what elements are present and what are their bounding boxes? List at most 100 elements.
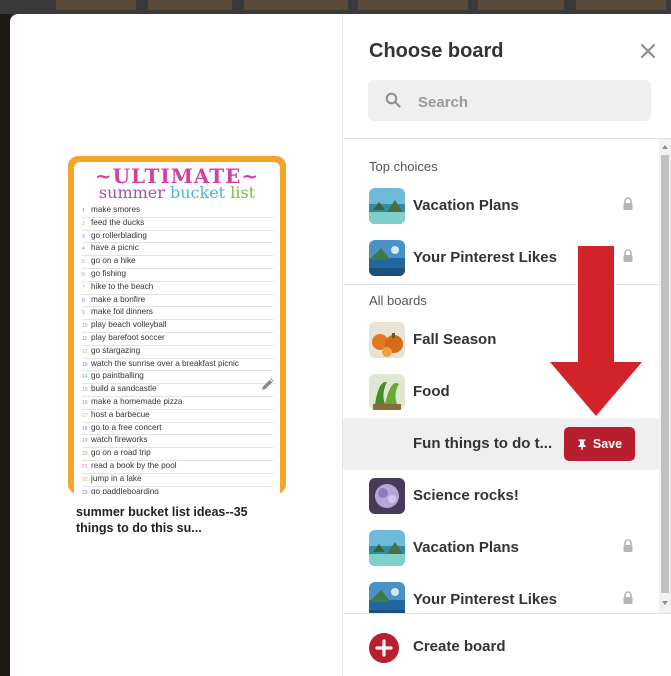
board-list-scrollbar[interactable] (659, 139, 671, 613)
pin-list-item: 6 go fishing (82, 269, 274, 282)
board-row-fun-things[interactable]: Fun things to do t... Save (343, 418, 659, 470)
section-label-top-choices: Top choices (369, 159, 438, 174)
pin-list-item: 12 go stargazing (82, 346, 274, 359)
save-button[interactable]: Save (564, 427, 635, 461)
pin-list-text: make foil dinners (91, 307, 153, 317)
divider (343, 613, 671, 614)
pin-icon (578, 439, 586, 450)
search-box[interactable] (368, 80, 651, 121)
pin-list-item: 15 build a sandcastle (82, 384, 274, 397)
background-tab (576, 0, 666, 10)
pin-list-item: 4 have a picnic (82, 243, 274, 257)
board-name: Fun things to do t... (413, 435, 553, 452)
pin-list-number: 22 (82, 476, 88, 483)
pin-list-item: 13 watch the sunrise over a breakfast pic… (82, 359, 274, 372)
pin-list-text: go stargazing (91, 345, 141, 355)
board-thumbnail (369, 374, 405, 410)
pin-list-text: watch fireworks (91, 435, 148, 445)
pin-list-item: 2 feed the ducks (82, 218, 274, 231)
pin-list-text: go on a road trip (91, 448, 151, 458)
pin-image-word: list (230, 183, 256, 202)
pin-list-number: 7 (82, 284, 85, 291)
pin-list-number: 8 (82, 297, 85, 304)
pin-list-number: 2 (82, 220, 85, 227)
pin-image-subtitle: summer bucket list (74, 185, 280, 201)
pin-list-text: make a bonfire (91, 294, 146, 304)
pin-list-number: 20 (82, 451, 88, 458)
pin-list-item: 23 go paddleboarding (82, 487, 274, 494)
pin-list-item: 14 go paintballing (82, 371, 274, 385)
pin-list-number: 4 (82, 246, 85, 253)
pin-list-text: go paddleboarding (91, 486, 159, 494)
search-input[interactable] (416, 91, 640, 113)
pin-list-number: 12 (82, 348, 88, 355)
board-thumbnail (369, 582, 405, 613)
scroll-thumb[interactable] (661, 155, 669, 593)
board-row-vacation-plans[interactable]: Vacation Plans (343, 522, 659, 574)
background-page (0, 14, 10, 676)
board-row-science-rocks[interactable]: Science rocks! (343, 470, 659, 522)
pin-list-text: go fishing (91, 268, 127, 278)
pin-list-text: play beach volleyball (91, 320, 167, 330)
section-label-all-boards: All boards (369, 293, 427, 308)
board-name: Fall Season (413, 331, 497, 348)
board-name: Vacation Plans (413, 539, 519, 556)
lock-icon (623, 591, 633, 604)
pin-image: ~ULTIMATE~ summer bucket list 1 make smor… (68, 156, 286, 494)
background-tab (148, 0, 232, 10)
pin-list-item: 16 make a homemade pizza (82, 397, 274, 410)
board-name: Vacation Plans (413, 197, 519, 214)
pin-list-item: 10 play beach volleyball (82, 320, 274, 333)
board-thumbnail (369, 240, 405, 276)
pin-bucket-list: 1 make smores 2 feed the ducks 3 go rollerbla… (82, 205, 274, 494)
pin-list-text: make a homemade pizza (91, 396, 183, 406)
scroll-up-arrow-icon[interactable] (661, 143, 669, 151)
pin-list-number: 3 (82, 233, 85, 240)
pin-list-text: read a book by the pool (91, 460, 177, 470)
pin-list-text: watch the sunrise over a breakfast picni… (91, 358, 239, 368)
pin-list-item: 9 make foil dinners (82, 307, 274, 321)
pencil-icon[interactable] (260, 376, 276, 392)
pin-list-number: 1 (82, 208, 85, 214)
board-row-pinterest-likes[interactable]: Your Pinterest Likes (343, 574, 659, 613)
pin-list-text: play barefoot soccer (91, 332, 165, 342)
pin-list-number: 6 (82, 271, 85, 278)
pin-list-item: 21 read a book by the pool (82, 461, 274, 474)
background-tab-strip (0, 0, 671, 14)
pin-list-number: 10 (82, 323, 88, 330)
pin-list-item: 19 watch fireworks (82, 435, 274, 449)
create-board-label: Create board (413, 638, 506, 655)
scroll-down-arrow-icon[interactable] (661, 599, 669, 607)
annotation-arrow-down-icon (550, 246, 642, 416)
pin-list-text: host a barbecue (91, 409, 150, 419)
pin-list-number: 11 (82, 335, 88, 342)
pin-list-text: go on a hike (91, 256, 136, 266)
background-tab (244, 0, 348, 10)
pin-caption: summer bucket list ideas--35 things to d… (76, 505, 248, 535)
board-thumbnail (369, 478, 405, 514)
create-board-button[interactable]: Create board (343, 620, 659, 672)
lock-icon (623, 197, 633, 210)
pin-list-number: 5 (82, 259, 85, 266)
lock-icon (623, 539, 633, 552)
pin-list-text: feed the ducks (91, 217, 145, 227)
pin-list-text: go paintballing (91, 371, 144, 381)
pin-list-item: 1 make smores (82, 205, 274, 218)
pin-list-item: 5 go on a hike (82, 256, 274, 269)
pin-list-text: go to a free concert (91, 422, 162, 432)
board-row-vacation-plans[interactable]: Vacation Plans (343, 180, 659, 232)
pin-list-number: 21 (82, 463, 88, 470)
board-thumbnail (369, 530, 405, 566)
pin-list-text: go rollerblading (91, 230, 147, 240)
pin-list-text: have a picnic (91, 243, 139, 253)
pin-list-item: 11 play barefoot soccer (82, 333, 274, 346)
pin-preview: ~ULTIMATE~ summer bucket list 1 make smor… (68, 156, 286, 536)
plus-icon (369, 633, 399, 663)
pin-list-item: 3 go rollerblading (82, 231, 274, 244)
pin-list-number: 13 (82, 361, 88, 368)
close-icon[interactable] (635, 38, 661, 64)
search-icon (385, 92, 401, 108)
pin-list-number: 16 (82, 399, 88, 406)
board-name: Food (413, 383, 450, 400)
pin-list-text: make smores (91, 205, 141, 214)
